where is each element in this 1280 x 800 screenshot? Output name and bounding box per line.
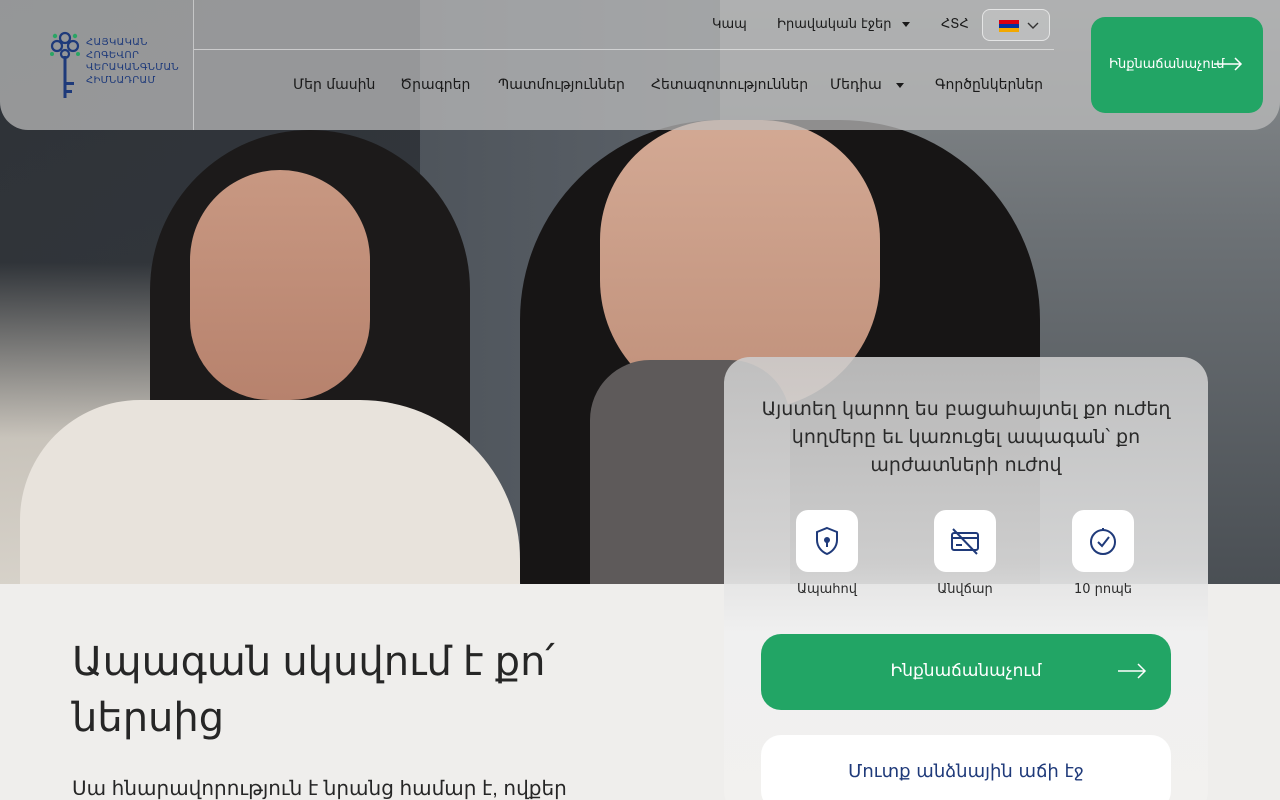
page-title: Ապագան սկսվում է քո՛ ներսից [72, 640, 555, 740]
nav-item-media[interactable]: Մեդիա [830, 77, 904, 93]
top-link-legal-label: Իրավական էջեր [777, 17, 892, 32]
top-link-faq[interactable]: ՀՏՀ [941, 17, 969, 32]
self-discovery-button[interactable]: Ինքնաճանաչում [761, 634, 1171, 710]
self-discovery-button-label: Ինքնաճանաչում [1109, 57, 1225, 72]
clock-check-icon [1090, 528, 1116, 555]
key-tree-logo-icon [50, 31, 80, 98]
site-header: ՀԱՅԿԱԿԱՆ ՀՈԳԵՎՈՐ ՎԵՐԱԿԱՆԳՆՄԱՆ ՀԻՄՆԱԴՐԱՄ … [0, 0, 1280, 130]
no-payment-card-icon [951, 528, 979, 555]
logo-line: ՀՈԳԵՎՈՐ [86, 49, 140, 61]
logo-text: ՀԱՅԿԱԿԱՆ ՀՈԳԵՎՈՐ ՎԵՐԱԿԱՆԳՆՄԱՆ ՀԻՄՆԱԴՐԱՄ [86, 37, 179, 87]
self-discovery-button-label: Ինքնաճանաչում [890, 661, 1042, 681]
nav-item-about[interactable]: Մեր մասին [293, 77, 375, 93]
hero-person-left-coat [20, 400, 520, 584]
self-discovery-card: Այստեղ կարող ես բացահայտել քո ուժեղ կողմ… [724, 357, 1208, 800]
feature-label: Ապահով [796, 582, 857, 597]
personal-growth-login-button[interactable]: Մուտք անձնային աճի էջ [761, 735, 1171, 800]
self-discovery-button-header[interactable]: Ինքնաճանաչում [1091, 17, 1263, 113]
arrow-right-icon [1118, 663, 1147, 679]
login-button-label: Մուտք անձնային աճի էջ [848, 761, 1084, 782]
logo-line: ՀԱՅԿԱԿԱՆ [86, 37, 148, 48]
card-description: Այստեղ կարող ես բացահայտել քո ուժեղ կողմ… [761, 398, 1171, 476]
feature-ten-minutes: 10 րոպե [1048, 510, 1158, 597]
chevron-down-icon [901, 22, 910, 27]
nav-item-stories[interactable]: Պատմություններ [498, 77, 625, 93]
nav-item-research[interactable]: Հետազոտություններ [651, 77, 808, 93]
arrow-right-icon [1214, 57, 1243, 71]
top-bar: Կապ Իրավական էջեր ՀՏՀ [194, 0, 1054, 50]
logo-link[interactable]: ՀԱՅԿԱԿԱՆ ՀՈԳԵՎՈՐ ՎԵՐԱԿԱՆԳՆՄԱՆ ՀԻՄՆԱԴՐԱՄ [0, 0, 194, 130]
chevron-down-icon [895, 82, 904, 88]
nav-item-media-label: Մեդիա [830, 77, 882, 93]
hero-person-left-face [190, 170, 370, 400]
feature-label: 10 րոպե [1073, 582, 1133, 597]
shield-lock-icon [816, 526, 838, 556]
feature-tile [934, 510, 996, 572]
top-link-legal[interactable]: Իրավական էջեր [777, 17, 910, 32]
feature-free: Անվճար [910, 510, 1020, 597]
language-selector[interactable] [982, 9, 1050, 41]
top-link-contact[interactable]: Կապ [712, 17, 747, 32]
hero-subtext: Սա հնարավորություն է նրանց համար է, ովքե… [72, 778, 567, 800]
feature-tile [1072, 510, 1134, 572]
logo-line: ՀԻՄՆԱԴՐԱՄ [86, 74, 156, 86]
nav-item-programs[interactable]: Ծրագրեր [400, 77, 470, 93]
feature-safe: Ապահով [772, 510, 882, 597]
feature-label: Անվճար [937, 582, 993, 597]
chevron-down-icon [1027, 22, 1039, 29]
feature-tile [796, 510, 858, 572]
armenia-flag-icon [999, 20, 1019, 32]
nav-item-partners[interactable]: Գործընկերներ [935, 77, 1043, 93]
logo-line: ՎԵՐԱԿԱՆԳՆՄԱՆ [86, 62, 180, 73]
